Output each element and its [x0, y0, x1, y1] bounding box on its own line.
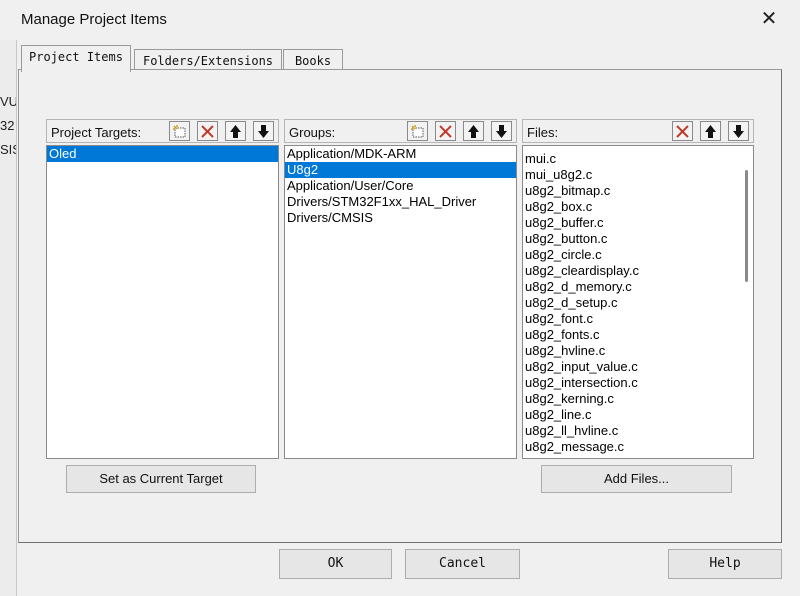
- delete-icon: [439, 124, 452, 138]
- move-file-down-button[interactable]: [728, 121, 749, 141]
- delete-icon: [201, 124, 214, 138]
- groups-header: Groups:: [284, 119, 517, 143]
- add-files-button[interactable]: Add Files...: [541, 465, 732, 493]
- tab-project-items[interactable]: Project Items: [21, 45, 131, 72]
- list-item[interactable]: u8g2_d_memory.c: [523, 279, 737, 295]
- delete-group-button[interactable]: [435, 121, 456, 141]
- dialog-title: Manage Project Items: [21, 11, 167, 28]
- new-group-button[interactable]: [407, 121, 428, 141]
- arrow-up-icon: [230, 124, 241, 138]
- list-item[interactable]: u8g2_button.c: [523, 231, 737, 247]
- list-item[interactable]: Application/MDK-ARM: [285, 146, 516, 162]
- title-bar: Manage Project Items ✕: [1, 0, 800, 40]
- list-item[interactable]: u8g2_buffer.c: [523, 215, 737, 231]
- new-item-icon: [173, 124, 186, 137]
- files-header: Files:: [522, 119, 754, 143]
- background-window: VU 32 SIS: [0, 38, 21, 596]
- arrow-down-icon: [258, 124, 269, 138]
- files-label: Files:: [527, 125, 559, 140]
- list-item[interactable]: u8g2_intersection.c: [523, 375, 737, 391]
- list-item[interactable]: U8g2: [285, 162, 516, 178]
- groups-group: Groups: Application/MDK-ARM U8g2 Applica…: [284, 119, 517, 459]
- list-item[interactable]: mui_u8g2.c: [523, 167, 737, 183]
- arrow-down-icon: [496, 124, 507, 138]
- move-target-down-button[interactable]: [253, 121, 274, 141]
- move-file-up-button[interactable]: [700, 121, 721, 141]
- arrow-down-icon: [733, 124, 744, 138]
- list-item[interactable]: u8g2_d_setup.c: [523, 295, 737, 311]
- files-group: Files: mui.c mui_u8g2.c u8g2_bitmap.c u8g2_…: [522, 119, 754, 459]
- ok-button[interactable]: OK: [279, 549, 392, 579]
- new-item-icon: [411, 124, 424, 137]
- set-current-target-button[interactable]: Set as Current Target: [66, 465, 256, 493]
- move-target-up-button[interactable]: [225, 121, 246, 141]
- list-item[interactable]: u8g2_message.c: [523, 439, 737, 455]
- cancel-button[interactable]: Cancel: [405, 549, 520, 579]
- files-items: mui.c mui_u8g2.c u8g2_bitmap.c u8g2_box.c u8…: [523, 151, 737, 455]
- project-targets-list[interactable]: Oled: [46, 145, 279, 459]
- arrow-up-icon: [705, 124, 716, 138]
- project-targets-header: Project Targets:: [46, 119, 279, 143]
- list-item[interactable]: u8g2_kerning.c: [523, 391, 737, 407]
- list-item[interactable]: u8g2_line.c: [523, 407, 737, 423]
- list-item[interactable]: Application/User/Core: [285, 178, 516, 194]
- files-scrollbar[interactable]: [739, 146, 753, 458]
- list-item[interactable]: Oled: [47, 146, 278, 162]
- list-item[interactable]: u8g2_cleardisplay.c: [523, 263, 737, 279]
- list-item[interactable]: mui.c: [523, 151, 737, 167]
- list-item[interactable]: Drivers/STM32F1xx_HAL_Driver: [285, 194, 516, 210]
- project-targets-group: Project Targets: Oled: [46, 119, 279, 459]
- move-group-down-button[interactable]: [491, 121, 512, 141]
- list-item[interactable]: Drivers/CMSIS: [285, 210, 516, 226]
- project-targets-label: Project Targets:: [51, 125, 142, 140]
- delete-file-button[interactable]: [672, 121, 693, 141]
- list-item[interactable]: u8g2_font.c: [523, 311, 737, 327]
- list-item[interactable]: u8g2_ll_hvline.c: [523, 423, 737, 439]
- files-list[interactable]: mui.c mui_u8g2.c u8g2_bitmap.c u8g2_box.c u8…: [522, 145, 754, 459]
- list-item[interactable]: u8g2_fonts.c: [523, 327, 737, 343]
- list-item[interactable]: u8g2_input_value.c: [523, 359, 737, 375]
- groups-label: Groups:: [289, 125, 336, 140]
- new-target-button[interactable]: [169, 121, 190, 141]
- files-scroll-thumb[interactable]: [745, 170, 748, 282]
- groups-list[interactable]: Application/MDK-ARM U8g2 Application/Use…: [284, 145, 517, 459]
- list-item[interactable]: u8g2_box.c: [523, 199, 737, 215]
- delete-target-button[interactable]: [197, 121, 218, 141]
- help-button[interactable]: Help: [668, 549, 782, 579]
- list-item[interactable]: u8g2_hvline.c: [523, 343, 737, 359]
- background-text: 32: [0, 118, 15, 133]
- list-item[interactable]: u8g2_circle.c: [523, 247, 737, 263]
- list-item[interactable]: u8g2_bitmap.c: [523, 183, 737, 199]
- arrow-up-icon: [468, 124, 479, 138]
- delete-icon: [676, 124, 689, 138]
- close-icon[interactable]: ✕: [759, 8, 779, 30]
- move-group-up-button[interactable]: [463, 121, 484, 141]
